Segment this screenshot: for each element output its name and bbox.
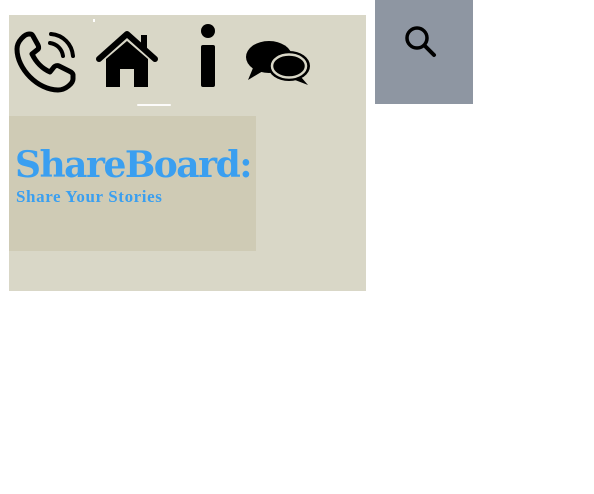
active-indicator bbox=[137, 104, 171, 106]
page: ShareBoard: Share Your Stories bbox=[0, 0, 594, 494]
home-icon[interactable] bbox=[95, 29, 159, 89]
search-button[interactable] bbox=[375, 0, 473, 104]
chat-icon[interactable] bbox=[245, 40, 311, 86]
decor-mark bbox=[93, 19, 95, 22]
info-icon[interactable] bbox=[199, 24, 217, 87]
site-title: ShareBoard: bbox=[15, 144, 253, 186]
banner: ShareBoard: Share Your Stories bbox=[9, 116, 256, 251]
site-subtitle: Share Your Stories bbox=[16, 187, 163, 206]
phone-icon[interactable] bbox=[12, 29, 78, 95]
search-icon bbox=[405, 26, 436, 57]
